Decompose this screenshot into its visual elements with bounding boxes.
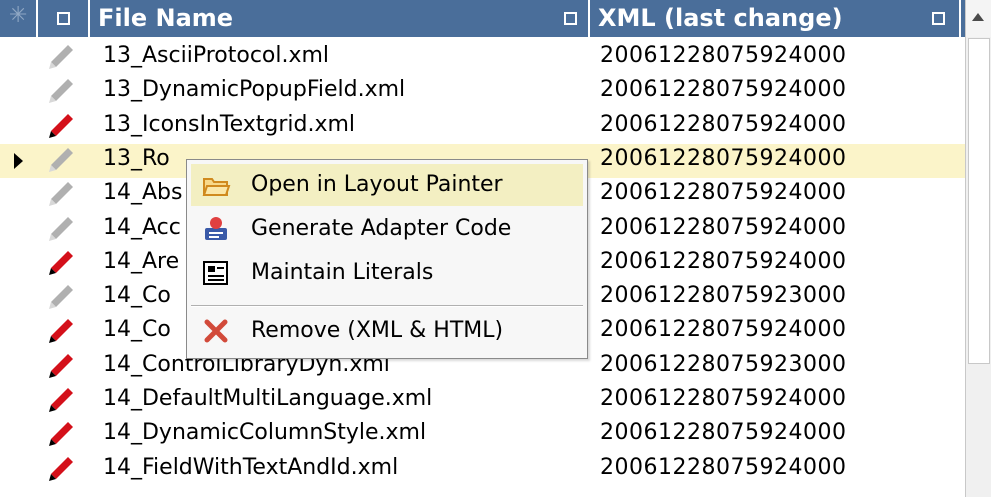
pencil-gray-icon[interactable] [46, 145, 76, 175]
table-row[interactable]: 14_FieldWithTextAndId.xml 200612280759240… [0, 453, 965, 487]
file-name-cell: 14_FieldWithTextAndId.xml [103, 455, 399, 480]
timestamp-cell: 20061228075923000 [600, 283, 847, 308]
filename-header-label: File Name [98, 4, 234, 32]
column-menu-icon[interactable] [57, 12, 70, 25]
header-select-all[interactable]: ✳ [0, 0, 38, 37]
file-name-cell: 13_Ro [103, 146, 170, 171]
column-menu-icon[interactable] [932, 12, 945, 25]
literals-icon [203, 261, 228, 285]
file-name-cell: 13_AsciiProtocol.xml [103, 43, 330, 68]
pencil-red-icon[interactable] [46, 351, 76, 381]
file-name-cell: 14_Co [103, 317, 171, 342]
file-name-cell: 13_IconsInTextgrid.xml [103, 112, 356, 137]
pencil-red-icon[interactable] [46, 454, 76, 484]
pencil-red-icon[interactable] [46, 316, 76, 346]
timestamp-cell: 20061228075924000 [600, 249, 847, 274]
timestamp-cell: 20061228075923000 [600, 352, 847, 377]
table-row[interactable]: 13_AsciiProtocol.xml 20061228075924000 [0, 41, 965, 75]
pencil-red-icon[interactable] [46, 111, 76, 141]
file-name-cell: 14_DefaultMultiLanguage.xml [103, 386, 433, 411]
folder-open-icon [202, 178, 231, 196]
menu-item-generate-adapter-code[interactable]: Generate Adapter Code [191, 208, 583, 250]
menu-item-label: Remove (XML & HTML) [251, 318, 504, 343]
header-xml-column[interactable]: XML (last change) [590, 0, 961, 37]
row-pointer-icon [14, 153, 23, 169]
xml-header-label: XML (last change) [598, 4, 843, 32]
table-row[interactable]: 14_DefaultMultiLanguage.xml 2006122807592… [0, 384, 965, 418]
table-row[interactable]: 13_DynamicPopupField.xml 2006122807592400… [0, 75, 965, 109]
menu-separator [191, 305, 583, 307]
menu-item-open-layout-painter[interactable]: Open in Layout Painter [191, 164, 583, 206]
file-name-cell: 14_Acc [103, 215, 181, 240]
menu-item-label: Maintain Literals [251, 260, 434, 285]
menu-item-label: Open in Layout Painter [251, 172, 503, 197]
timestamp-cell: 20061228075924000 [600, 43, 847, 68]
pencil-red-icon[interactable] [46, 419, 76, 449]
timestamp-cell: 20061228075924000 [600, 420, 847, 445]
table-row[interactable]: 13_IconsInTextgrid.xml 20061228075924000 [0, 110, 965, 144]
pencil-red-icon[interactable] [46, 248, 76, 278]
chevron-up-icon [972, 13, 984, 21]
menu-item-remove[interactable]: Remove (XML & HTML) [191, 310, 583, 352]
remove-x-icon [204, 319, 228, 343]
table-row[interactable]: 14_DynamicColumnStyle.xml 200612280759240… [0, 418, 965, 452]
timestamp-cell: 20061228075924000 [600, 146, 847, 171]
pencil-gray-icon[interactable] [46, 282, 76, 312]
pencil-gray-icon[interactable] [46, 179, 76, 209]
timestamp-cell: 20061228075924000 [600, 180, 847, 205]
vertical-scrollbar[interactable] [965, 0, 991, 497]
pencil-gray-icon[interactable] [46, 42, 76, 72]
file-name-cell: 14_Abs [103, 180, 183, 205]
timestamp-cell: 20061228075924000 [600, 112, 847, 137]
file-name-cell: 14_Co [103, 283, 171, 308]
file-name-cell: 14_DynamicColumnStyle.xml [103, 420, 427, 445]
pencil-red-icon[interactable] [46, 385, 76, 415]
generate-code-icon [205, 217, 227, 240]
timestamp-cell: 20061228075924000 [600, 215, 847, 240]
timestamp-cell: 20061228075924000 [600, 455, 847, 480]
pencil-gray-icon[interactable] [46, 214, 76, 244]
menu-item-label: Generate Adapter Code [251, 216, 512, 241]
pencil-gray-icon[interactable] [46, 76, 76, 106]
file-name-cell: 14_Are [103, 249, 180, 274]
context-menu: Open in Layout Painter Generate Adapter … [186, 159, 588, 359]
timestamp-cell: 20061228075924000 [600, 77, 847, 102]
header-filename-column[interactable]: File Name [90, 0, 590, 37]
grid-header: ✳ File Name XML (last change) [0, 0, 965, 37]
timestamp-cell: 20061228075924000 [600, 317, 847, 342]
scrollbar-thumb[interactable] [968, 38, 990, 364]
column-menu-icon[interactable] [564, 12, 577, 25]
asterisk-icon: ✳ [9, 3, 28, 28]
scroll-up-button[interactable] [966, 0, 991, 37]
file-name-cell: 13_DynamicPopupField.xml [103, 77, 406, 102]
menu-item-maintain-literals[interactable]: Maintain Literals [191, 252, 583, 294]
header-status-column[interactable] [38, 0, 90, 37]
timestamp-cell: 20061228075924000 [600, 386, 847, 411]
